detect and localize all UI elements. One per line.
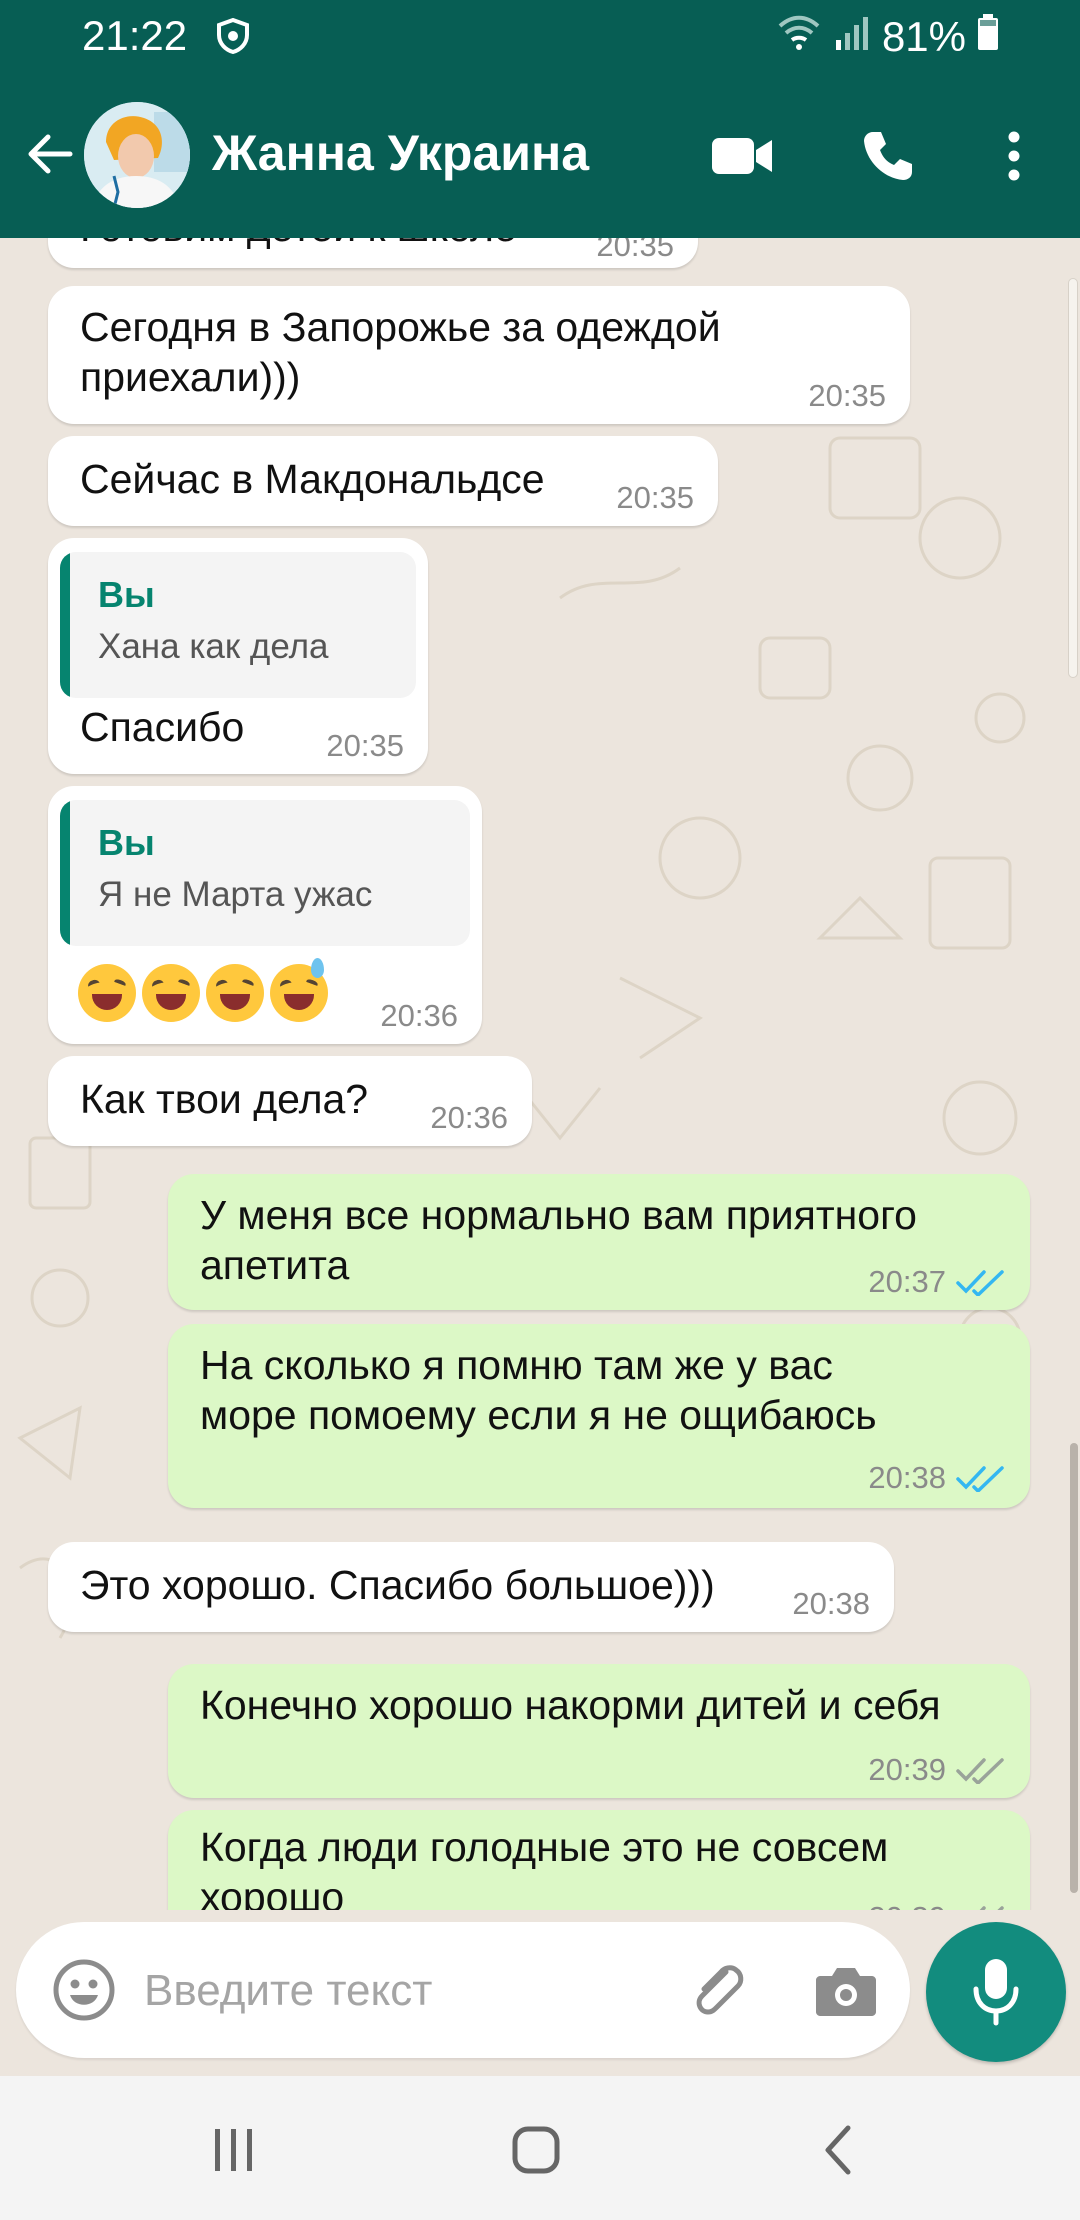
message-text: Спасибо [80, 704, 245, 750]
message-time: 20:36 [430, 1100, 508, 1135]
voice-call-button[interactable] [852, 120, 924, 192]
video-camera-icon [712, 138, 772, 174]
message-input[interactable]: Введите текст [144, 1966, 432, 2016]
message-text-line: приехали))) [80, 354, 301, 400]
avatar[interactable] [84, 102, 190, 208]
message-bubble-outgoing[interactable]: На сколько я помню там же у вас море пом… [168, 1324, 1030, 1508]
system-navigation-bar [0, 2076, 1080, 2220]
paperclip-icon [696, 1965, 744, 2015]
scrollbar-thumb[interactable] [1070, 1443, 1078, 1893]
quoted-message[interactable]: Вы Я не Марта ужас [60, 800, 470, 946]
message-bubble-incoming-reply[interactable]: Вы Хана как дела Спасибо 20:35 [48, 538, 428, 774]
read-ticks-icon [956, 1270, 1004, 1296]
message-bubble-outgoing[interactable]: У меня все нормально вам приятного апети… [168, 1174, 1030, 1310]
quote-author: Вы [98, 822, 155, 863]
message-text-line: хорошо [200, 1874, 345, 1910]
message-bubble-outgoing[interactable]: Когда люди голодные это не совсем хорошо… [168, 1810, 1030, 1910]
battery-percent: 81% [881, 13, 966, 60]
contact-name[interactable]: Жанна Украина [212, 124, 589, 182]
back-button[interactable] [16, 120, 84, 188]
quote-accent-bar [60, 552, 70, 698]
camera-icon [816, 1968, 876, 2016]
grinning-squinting-face-icon [142, 964, 200, 1022]
message-bubble-incoming[interactable]: Как твои дела? 20:36 [48, 1056, 532, 1146]
voice-message-button[interactable] [926, 1922, 1066, 2062]
quote-text: Я не Марта ужас [98, 875, 373, 914]
message-time: 20:38 [868, 1460, 1006, 1496]
quoted-message[interactable]: Вы Хана как дела [60, 552, 416, 698]
grinning-squinting-face-icon [78, 964, 136, 1022]
grinning-face-with-sweat-icon [270, 958, 328, 1022]
attach-button[interactable] [680, 1952, 756, 2028]
message-time: 20:35 [616, 480, 694, 515]
delivered-ticks-icon [956, 1758, 1004, 1784]
composer-bar: Введите текст [0, 1910, 1080, 2076]
message-time: 20:38 [792, 1586, 870, 1621]
message-bubble-outgoing[interactable]: Конечно хорошо накорми дитей и себя 20:3… [168, 1664, 1030, 1798]
emoji-row [78, 958, 338, 1024]
more-vertical-icon [1008, 131, 1020, 181]
microphone-icon [973, 1959, 1019, 2026]
camera-button[interactable] [808, 1952, 884, 2028]
message-bubble-incoming[interactable]: Сейчас в Макдональдсе 20:35 [48, 436, 718, 526]
emoji-button[interactable] [46, 1952, 122, 2028]
message-time: 20:39 [868, 1752, 1006, 1788]
emoji-icon [53, 1959, 115, 2021]
quote-text: Хана как дела [98, 627, 329, 666]
message-list[interactable]: Готовим детей к школе 20:35 Сегодня в За… [0, 238, 1080, 1910]
message-time: 20:35 [326, 728, 404, 763]
message-bubble-incoming-reply[interactable]: Вы Я не Марта ужас 20:36 [48, 786, 482, 1044]
quote-accent-bar [60, 800, 70, 946]
message-text: Готовим детей к школе [80, 238, 517, 252]
quote-author: Вы [98, 574, 155, 615]
message-input-container[interactable]: Введите текст [16, 1922, 910, 2058]
message-time: 20:35 [808, 378, 886, 413]
message-text: Конечно хорошо накорми дитей и себя [200, 1682, 941, 1728]
phone-icon [864, 132, 912, 180]
status-indicators: 81% [776, 12, 1000, 62]
grinning-squinting-face-icon [206, 964, 264, 1022]
wifi-icon [776, 12, 822, 62]
message-text-line: У меня все нормально вам приятного [200, 1192, 917, 1238]
message-time: 20:35 [596, 238, 674, 263]
back-nav-button[interactable] [798, 2110, 878, 2190]
message-text-line: Сегодня в Запорожье за одеждой [80, 304, 721, 350]
status-time: 21:22 [82, 12, 188, 59]
shield-icon [216, 17, 250, 59]
message-time: 20:37 [868, 1264, 1006, 1300]
battery-icon [976, 12, 1000, 62]
message-text-line: Когда люди голодные это не совсем [200, 1824, 889, 1870]
message-text-line: апетита [200, 1242, 350, 1288]
arrow-left-icon [28, 134, 73, 174]
message-text-line: На сколько я помню там же у вас [200, 1342, 833, 1388]
signal-icon [832, 12, 872, 62]
message-text-line: море помоему если я не ощибаюсь [200, 1392, 877, 1438]
read-ticks-icon [956, 1466, 1004, 1492]
more-options-button[interactable] [978, 120, 1050, 192]
recent-apps-button[interactable] [194, 2110, 274, 2190]
message-bubble-incoming[interactable]: Готовим детей к школе 20:35 [48, 238, 698, 268]
message-bubble-incoming[interactable]: Это хорошо. Спасибо большое))) 20:38 [48, 1542, 894, 1632]
message-text: Сейчас в Макдональдсе [80, 456, 545, 502]
home-icon [512, 2126, 560, 2174]
video-call-button[interactable] [706, 120, 778, 192]
message-time: 20:39 [868, 1900, 1006, 1910]
chat-header: Жанна Украина [0, 72, 1080, 238]
message-bubble-incoming[interactable]: Сегодня в Запорожье за одеждой приехали)… [48, 286, 910, 424]
home-button[interactable] [496, 2110, 576, 2190]
message-text: Это хорошо. Спасибо большое))) [80, 1562, 715, 1608]
status-bar: 21:22 81% [0, 0, 1080, 72]
scrollbar-overlay [1068, 278, 1078, 678]
message-time: 20:36 [380, 998, 458, 1033]
message-text: Как твои дела? [80, 1076, 369, 1122]
chevron-left-icon [825, 2125, 851, 2175]
recent-apps-icon [215, 2129, 252, 2171]
